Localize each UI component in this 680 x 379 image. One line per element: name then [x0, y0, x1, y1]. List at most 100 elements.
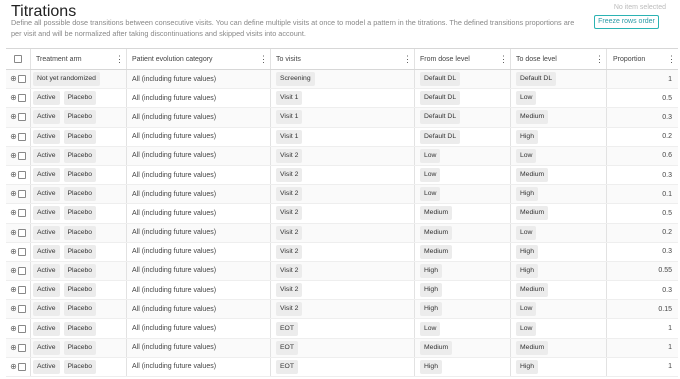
to-dose-cell[interactable]: Medium	[516, 166, 552, 184]
from-dose-cell[interactable]: Default DL	[420, 128, 464, 146]
from-dose-cell[interactable]: High	[420, 300, 446, 318]
proportion-cell[interactable]: 1	[606, 319, 676, 337]
to-dose-cell[interactable]: Low	[516, 89, 540, 107]
freeze-rows-order-button[interactable]: Freeze rows order	[594, 15, 659, 29]
treatment-arm-cell[interactable]: Active Placebo	[33, 339, 100, 357]
patient-evolution-cell[interactable]: All (including future values)	[132, 128, 216, 146]
table-row[interactable]: ⊕ Active Placebo All (including future valu…	[6, 261, 678, 282]
row-checkbox[interactable]	[17, 247, 26, 256]
row-checkbox[interactable]	[17, 324, 26, 333]
treatment-arm-cell[interactable]: Active Placebo	[33, 204, 100, 222]
patient-evolution-cell[interactable]: All (including future values)	[132, 70, 216, 88]
drag-handle-icon[interactable]: ⊕	[10, 266, 17, 275]
to-visits-cell[interactable]: EOT	[276, 358, 302, 376]
to-visits-cell[interactable]: Visit 1	[276, 108, 306, 126]
to-dose-cell[interactable]: High	[516, 185, 542, 203]
proportion-cell[interactable]: 0.6	[606, 147, 676, 165]
table-row[interactable]: ⊕ Not yet randomized All (including future…	[6, 70, 678, 90]
from-dose-cell[interactable]: Medium	[420, 204, 456, 222]
to-visits-cell[interactable]: Visit 1	[276, 89, 306, 107]
row-checkbox[interactable]	[17, 266, 26, 275]
drag-handle-icon[interactable]: ⊕	[10, 151, 17, 160]
drag-handle-icon[interactable]: ⊕	[10, 171, 17, 179]
table-row[interactable]: ⊕ Active Placebo All (including future valu…	[6, 319, 678, 339]
from-dose-cell[interactable]: Medium	[420, 224, 456, 242]
patient-evolution-cell[interactable]: All (including future values)	[132, 204, 216, 222]
kebab-menu-icon[interactable]: ⋮	[403, 54, 412, 64]
table-row[interactable]: ⊕ Active Placebo All (including future valu…	[6, 165, 678, 186]
proportion-cell[interactable]: 0.3	[606, 166, 676, 184]
patient-evolution-cell[interactable]: All (including future values)	[132, 224, 216, 242]
to-visits-cell[interactable]: Visit 2	[276, 262, 306, 280]
from-dose-cell[interactable]: High	[420, 262, 446, 280]
drag-handle-icon[interactable]: ⊕	[10, 75, 17, 83]
table-row[interactable]: ⊕ Active Placebo All (including future valu…	[6, 357, 678, 377]
patient-evolution-cell[interactable]: All (including future values)	[132, 319, 216, 337]
table-row[interactable]: ⊕ Active Placebo All (including future valu…	[6, 89, 678, 109]
column-header-proportion[interactable]: Proportion	[613, 49, 645, 69]
drag-handle-icon[interactable]: ⊕	[10, 190, 17, 198]
table-row[interactable]: ⊕ Active Placebo All (including future valu…	[6, 242, 678, 262]
table-row[interactable]: ⊕ Active Placebo All (including future valu…	[6, 300, 678, 320]
to-dose-cell[interactable]: Medium	[516, 339, 552, 357]
row-checkbox[interactable]	[17, 286, 26, 295]
from-dose-cell[interactable]: Low	[420, 185, 444, 203]
column-header-from-dose[interactable]: From dose level	[420, 49, 470, 69]
drag-handle-icon[interactable]: ⊕	[10, 305, 17, 313]
treatment-arm-cell[interactable]: Active Placebo	[33, 262, 100, 280]
proportion-cell[interactable]: 0.3	[606, 108, 676, 126]
column-header-patient-evolution[interactable]: Patient evolution category	[132, 49, 213, 69]
patient-evolution-cell[interactable]: All (including future values)	[132, 281, 216, 299]
to-visits-cell[interactable]: Visit 2	[276, 185, 306, 203]
kebab-menu-icon[interactable]: ⋮	[667, 54, 676, 64]
to-dose-cell[interactable]: High	[516, 128, 542, 146]
patient-evolution-cell[interactable]: All (including future values)	[132, 339, 216, 357]
patient-evolution-cell[interactable]: All (including future values)	[132, 185, 216, 203]
proportion-cell[interactable]: 0.55	[606, 262, 676, 280]
from-dose-cell[interactable]: High	[420, 281, 446, 299]
treatment-arm-cell[interactable]: Active Placebo	[33, 300, 100, 318]
to-dose-cell[interactable]: High	[516, 243, 542, 261]
to-visits-cell[interactable]: Visit 2	[276, 224, 306, 242]
row-checkbox[interactable]	[17, 228, 26, 237]
table-row[interactable]: ⊕ Active Placebo All (including future valu…	[6, 185, 678, 205]
row-checkbox[interactable]	[17, 362, 26, 371]
patient-evolution-cell[interactable]: All (including future values)	[132, 166, 216, 184]
treatment-arm-cell[interactable]: Active Placebo	[33, 128, 100, 146]
drag-handle-icon[interactable]: ⊕	[10, 362, 17, 371]
from-dose-cell[interactable]: High	[420, 358, 446, 376]
proportion-cell[interactable]: 0.5	[606, 89, 676, 107]
from-dose-cell[interactable]: Medium	[420, 339, 456, 357]
column-header-treatment-arm[interactable]: Treatment arm	[36, 49, 82, 69]
patient-evolution-cell[interactable]: All (including future values)	[132, 358, 216, 376]
table-row[interactable]: ⊕ Active Placebo All (including future valu…	[6, 338, 678, 358]
drag-handle-icon[interactable]: ⊕	[10, 113, 17, 121]
treatment-arm-cell[interactable]: Active Placebo	[33, 108, 100, 126]
proportion-cell[interactable]: 0.2	[606, 128, 676, 146]
proportion-cell[interactable]: 0.15	[606, 300, 676, 318]
to-dose-cell[interactable]: Medium	[516, 204, 552, 222]
to-visits-cell[interactable]: Visit 2	[276, 300, 306, 318]
patient-evolution-cell[interactable]: All (including future values)	[132, 108, 216, 126]
table-row[interactable]: ⊕ Active Placebo All (including future valu…	[6, 281, 678, 301]
table-row[interactable]: ⊕ Active Placebo All (including future valu…	[6, 204, 678, 224]
patient-evolution-cell[interactable]: All (including future values)	[132, 262, 216, 280]
proportion-cell[interactable]: 0.1	[606, 185, 676, 203]
from-dose-cell[interactable]: Medium	[420, 243, 456, 261]
proportion-cell[interactable]: 1	[606, 358, 676, 376]
to-visits-cell[interactable]: Visit 2	[276, 166, 306, 184]
patient-evolution-cell[interactable]: All (including future values)	[132, 300, 216, 318]
row-checkbox[interactable]	[17, 171, 26, 180]
proportion-cell[interactable]: 0.3	[606, 243, 676, 261]
proportion-cell[interactable]: 0.3	[606, 281, 676, 299]
treatment-arm-cell[interactable]: Active Placebo	[33, 89, 100, 107]
treatment-arm-cell[interactable]: Active Placebo	[33, 358, 100, 376]
to-visits-cell[interactable]: EOT	[276, 339, 302, 357]
proportion-cell[interactable]: 0.5	[606, 204, 676, 222]
to-visits-cell[interactable]: Visit 2	[276, 243, 306, 261]
from-dose-cell[interactable]: Default DL	[420, 108, 464, 126]
drag-handle-icon[interactable]: ⊕	[10, 286, 17, 294]
from-dose-cell[interactable]: Low	[420, 319, 444, 337]
treatment-arm-cell[interactable]: Active Placebo	[33, 243, 100, 261]
row-checkbox[interactable]	[17, 151, 26, 160]
